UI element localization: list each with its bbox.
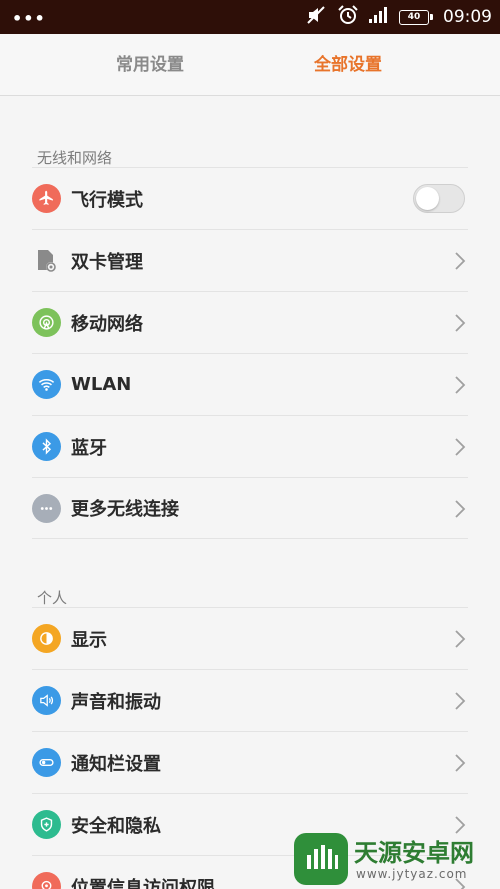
signal-icon	[369, 7, 389, 27]
settings-item-label: 显示	[71, 629, 107, 651]
chevron-right-icon	[455, 630, 466, 648]
watermark-url: www.jytyaz.com	[356, 867, 468, 881]
chevron-right-icon	[455, 252, 466, 270]
chevron-right-icon	[455, 376, 466, 394]
watermark: 天源安卓网 www.jytyaz.com	[294, 833, 494, 887]
location-icon	[32, 872, 61, 889]
watermark-title: 天源安卓网	[354, 839, 474, 867]
settings-item-notification[interactable]: 通知栏设置	[32, 731, 468, 793]
settings-item-label: 安全和隐私	[71, 815, 161, 837]
settings-item-more-wireless[interactable]: 更多无线连接	[32, 477, 468, 539]
mobile-network-icon	[32, 308, 61, 337]
notification-icon	[32, 748, 61, 777]
settings-item-label: 飞行模式	[71, 189, 143, 211]
sim-card-icon	[32, 246, 61, 275]
settings-item-label: 位置信息访问权限	[71, 877, 215, 889]
airplane-icon	[32, 184, 61, 213]
status-bar: ••• 40 09:09	[0, 0, 500, 34]
more-icon	[32, 493, 61, 523]
settings-item-label: 蓝牙	[71, 437, 107, 459]
settings-item-label: 移动网络	[71, 313, 143, 335]
speaker-icon	[32, 686, 61, 715]
chevron-right-icon	[455, 438, 466, 456]
bluetooth-icon	[32, 432, 61, 461]
settings-item-dual-sim[interactable]: 双卡管理	[32, 229, 468, 291]
toggle-knob	[416, 187, 439, 210]
more-dots-icon: •••	[12, 9, 46, 28]
tab-common-settings[interactable]: 常用设置	[70, 34, 230, 96]
chevron-right-icon	[455, 500, 466, 518]
display-icon	[32, 624, 61, 653]
battery-level: 40	[399, 9, 429, 25]
settings-item-wlan[interactable]: WLAN	[32, 353, 468, 415]
settings-item-airplane-mode[interactable]: 飞行模式	[32, 167, 468, 229]
settings-item-label: 双卡管理	[71, 251, 143, 273]
chevron-right-icon	[455, 754, 466, 772]
wifi-icon	[32, 370, 61, 399]
settings-item-label: 更多无线连接	[71, 499, 179, 520]
tab-bar: 常用设置 全部设置	[0, 34, 500, 96]
status-time: 09:09	[443, 7, 492, 27]
shield-icon	[32, 810, 61, 839]
alarm-icon	[337, 5, 359, 29]
settings-item-label: 通知栏设置	[71, 753, 161, 775]
battery-icon: 40	[399, 9, 433, 25]
watermark-logo-icon	[294, 833, 348, 885]
settings-item-mobile-network[interactable]: 移动网络	[32, 291, 468, 353]
settings-item-label: 声音和振动	[71, 691, 161, 713]
mute-icon	[305, 5, 327, 29]
chevron-right-icon	[455, 314, 466, 332]
tab-all-settings[interactable]: 全部设置	[268, 34, 428, 96]
chevron-right-icon	[455, 816, 466, 834]
settings-item-label: WLAN	[71, 374, 132, 395]
chevron-right-icon	[455, 692, 466, 710]
section-header-wireless: 无线和网络	[37, 149, 113, 167]
settings-item-sound[interactable]: 声音和振动	[32, 669, 468, 731]
airplane-mode-toggle[interactable]	[413, 184, 465, 213]
settings-item-display[interactable]: 显示	[32, 607, 468, 669]
section-header-personal: 个人	[37, 589, 68, 607]
settings-item-bluetooth[interactable]: 蓝牙	[32, 415, 468, 477]
